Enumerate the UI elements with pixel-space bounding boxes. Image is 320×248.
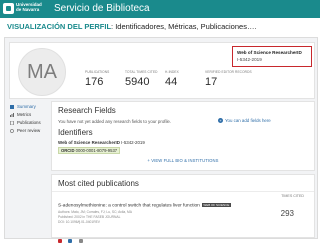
metric-value: 44 bbox=[165, 76, 178, 88]
research-fields-title: Research Fields bbox=[58, 106, 116, 115]
avatar-initials: MA bbox=[27, 60, 57, 83]
profile-card: MA Publications 176 Total times cited 59… bbox=[9, 42, 315, 99]
orcid-id[interactable]: ORCID 0000-0001-8079-9537 bbox=[58, 147, 121, 154]
times-cited-header: TIMES CITED bbox=[281, 194, 304, 198]
sidebar-item-label: Metrics bbox=[17, 112, 32, 117]
metric-label: H-index bbox=[165, 70, 179, 74]
research-fields-card: Research Fields You have not yet added a… bbox=[51, 101, 315, 171]
publication-doi: DOI: 10.1096/fj.01-0401REV bbox=[58, 220, 100, 224]
view-full-bio-link[interactable]: + VIEW FULL BIO & INSTITUTIONS bbox=[52, 158, 314, 163]
top-banner: Universidad de Navarra Servicio de Bibli… bbox=[0, 0, 320, 18]
metric-label: Total times cited bbox=[125, 70, 158, 74]
profile-screenshot: MA Publications 176 Total times cited 59… bbox=[4, 37, 318, 243]
add-fields-label: You can add fields here bbox=[225, 118, 271, 123]
heading-prefix: VISUALIZACIÓN DEL PERFIL bbox=[7, 22, 112, 31]
wos-researcher-id: Web of Science ResearcherID I-5342-2019 bbox=[58, 140, 145, 145]
metric-h-index[interactable]: H-index 44 bbox=[165, 70, 205, 89]
publication-times-cited: 293 bbox=[280, 209, 294, 218]
metric-value: 17 bbox=[205, 76, 218, 88]
sidebar-item-peer-review[interactable]: Peer review bbox=[9, 127, 47, 135]
plus-icon: + bbox=[218, 118, 223, 123]
sidebar-item-metrics[interactable]: Metrics bbox=[9, 111, 47, 119]
most-cited-card: Most cited publications TIMES CITED S-ad… bbox=[51, 174, 315, 243]
publications-icon bbox=[10, 121, 14, 125]
add-fields-link[interactable]: + You can add fields here bbox=[218, 118, 271, 123]
wos-label: Web of Science ResearcherID bbox=[58, 140, 120, 145]
most-cited-title: Most cited publications bbox=[58, 179, 139, 188]
publication-actions bbox=[58, 230, 85, 243]
slide-heading: VISUALIZACIÓN DEL PERFIL: Identificadore… bbox=[7, 22, 257, 32]
divider bbox=[52, 191, 314, 192]
wos-value: I-5342-2019 bbox=[121, 140, 145, 145]
sidebar-item-summary[interactable]: Summary bbox=[9, 103, 47, 111]
metric-value: 5940 bbox=[125, 76, 150, 88]
identifiers-title: Identifiers bbox=[58, 128, 93, 137]
sidebar-item-label: Summary bbox=[17, 104, 36, 109]
summary-icon bbox=[10, 105, 14, 109]
university-logo-icon bbox=[3, 3, 14, 14]
sidebar-item-label: Publications bbox=[17, 120, 41, 125]
service-title: Servicio de Biblioteca bbox=[54, 3, 150, 14]
wos-badge: WEB OF SCIENCE bbox=[201, 203, 231, 207]
metrics-icon bbox=[10, 113, 14, 117]
metric-label: Verified editor records bbox=[205, 70, 252, 74]
logo-text-line2: de Navarra bbox=[16, 7, 40, 12]
metric-value: 176 bbox=[85, 76, 104, 88]
publication-authors: Authors: Mato, JM; Corrales, FJ; Lu, SC;… bbox=[58, 210, 132, 214]
publication-title: S-adenosylmethionine: a control switch t… bbox=[58, 203, 200, 209]
publication-published: Published: 2002 in THE FASEB JOURNAL bbox=[58, 215, 121, 219]
peer-review-icon bbox=[10, 129, 14, 133]
metric-label: Publications bbox=[85, 70, 110, 74]
metric-publications[interactable]: Publications 176 bbox=[85, 70, 125, 89]
researcher-id-title: Web of Science ResearcherID bbox=[237, 50, 302, 55]
metric-times-cited[interactable]: Total times cited 5940 bbox=[125, 70, 165, 89]
metrics-row: Publications 176 Total times cited 5940 … bbox=[85, 70, 252, 92]
publication-title-row[interactable]: S-adenosylmethionine: a control switch t… bbox=[58, 203, 231, 208]
avatar: MA bbox=[18, 48, 66, 96]
orcid-value: 0000-0001-8079-9537 bbox=[75, 148, 118, 153]
researcher-id-highlight: Web of Science ResearcherID I-5342-2019 bbox=[232, 46, 312, 67]
profile-sidebar: Summary Metrics Publications Peer review bbox=[9, 103, 47, 135]
sidebar-item-label: Peer review bbox=[17, 128, 41, 133]
heading-rest: : Identificadores, Métricas, Publicacion… bbox=[111, 22, 257, 31]
orcid-label: ORCID bbox=[61, 148, 75, 153]
sidebar-item-publications[interactable]: Publications bbox=[9, 119, 47, 127]
researcher-id-value: I-5342-2019 bbox=[237, 57, 262, 62]
research-fields-empty-text: You have not yet added any research fiel… bbox=[58, 119, 172, 124]
university-logo[interactable]: Universidad de Navarra bbox=[3, 2, 49, 16]
metric-verified-editor[interactable]: Verified editor records 17 bbox=[205, 70, 252, 89]
